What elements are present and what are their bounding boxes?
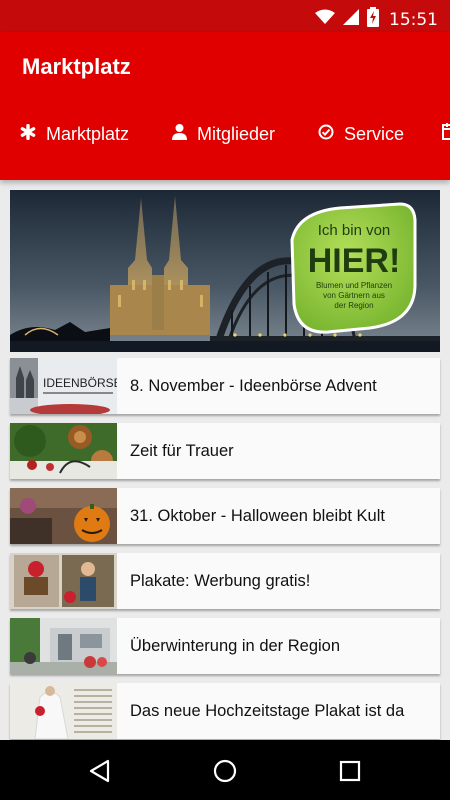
thumbnail-image: [10, 553, 117, 609]
tab-marktplatz[interactable]: Marktplatz: [20, 110, 129, 158]
home-icon[interactable]: [210, 756, 240, 786]
thumbnail-image: IDEENBÖRSE: [10, 358, 117, 414]
asterisk-icon: [20, 123, 46, 145]
app-bar: Marktplatz Marktplatz Mitglieder Service: [0, 32, 450, 180]
badge-line1: Ich bin von: [318, 222, 391, 239]
list-item[interactable]: IDEENBÖRSE 8. November - Ideenbörse Adve…: [10, 358, 440, 414]
tab-calendar[interactable]: [442, 110, 450, 158]
thumb-text: IDEENBÖRSE: [43, 376, 117, 390]
list-item-title: 8. November - Ideenbörse Advent: [130, 377, 377, 395]
list-item-title: Das neue Hochzeitstage Plakat ist da: [130, 702, 405, 720]
calendar-icon: [442, 123, 450, 145]
wifi-icon: [315, 9, 335, 30]
tab-mitglieder[interactable]: Mitglieder: [172, 110, 275, 158]
list-item[interactable]: Überwinterung in der Region: [10, 618, 440, 674]
person-icon: [172, 123, 197, 145]
list-item-title: Zeit für Trauer: [130, 442, 234, 460]
thumbnail-image: [10, 423, 117, 479]
hero-image: Ich bin von HIER! Blumen und Pflanzen vo…: [10, 190, 440, 352]
hero-banner[interactable]: Ich bin von HIER! Blumen und Pflanzen vo…: [10, 190, 440, 352]
thumbnail-image: [10, 618, 117, 674]
signal-icon: [343, 9, 359, 30]
badge-line4: von Gärtnern aus: [323, 291, 385, 300]
badge-line5: der Region: [334, 301, 373, 310]
tab-service[interactable]: Service: [318, 110, 404, 158]
list-item-title: 31. Oktober - Halloween bleibt Kult: [130, 507, 385, 525]
tab-marktplatz-label: Marktplatz: [46, 123, 130, 144]
list-item[interactable]: Plakate: Werbung gratis!: [10, 553, 440, 609]
tab-bar: Marktplatz Mitglieder Service: [0, 110, 450, 158]
thumbnail-image: [10, 683, 117, 739]
list-item[interactable]: Zeit für Trauer: [10, 423, 440, 479]
check-circle-icon: [318, 124, 344, 145]
badge-line3: Blumen und Pflanzen: [316, 281, 392, 290]
list-item[interactable]: 31. Oktober - Halloween bleibt Kult: [10, 488, 440, 544]
list-item-title: Plakate: Werbung gratis!: [130, 572, 311, 590]
thumbnail-image: [10, 488, 117, 544]
list-item-title: Überwinterung in der Region: [130, 637, 341, 655]
battery-charging-icon: [367, 7, 379, 32]
tab-service-label: Service: [344, 123, 405, 144]
content-area[interactable]: Ich bin von HIER! Blumen und Pflanzen vo…: [0, 180, 450, 740]
tab-mitglieder-label: Mitglieder: [197, 123, 276, 144]
status-bar: 15:51: [0, 0, 450, 32]
system-nav-bar: [0, 740, 450, 800]
recents-icon[interactable]: [335, 756, 365, 786]
back-icon[interactable]: [86, 756, 116, 786]
app-title: Marktplatz: [22, 54, 131, 79]
list-item[interactable]: Das neue Hochzeitstage Plakat ist da: [10, 683, 440, 739]
clock: 15:51: [389, 9, 438, 30]
badge-line2: HIER!: [308, 242, 401, 280]
